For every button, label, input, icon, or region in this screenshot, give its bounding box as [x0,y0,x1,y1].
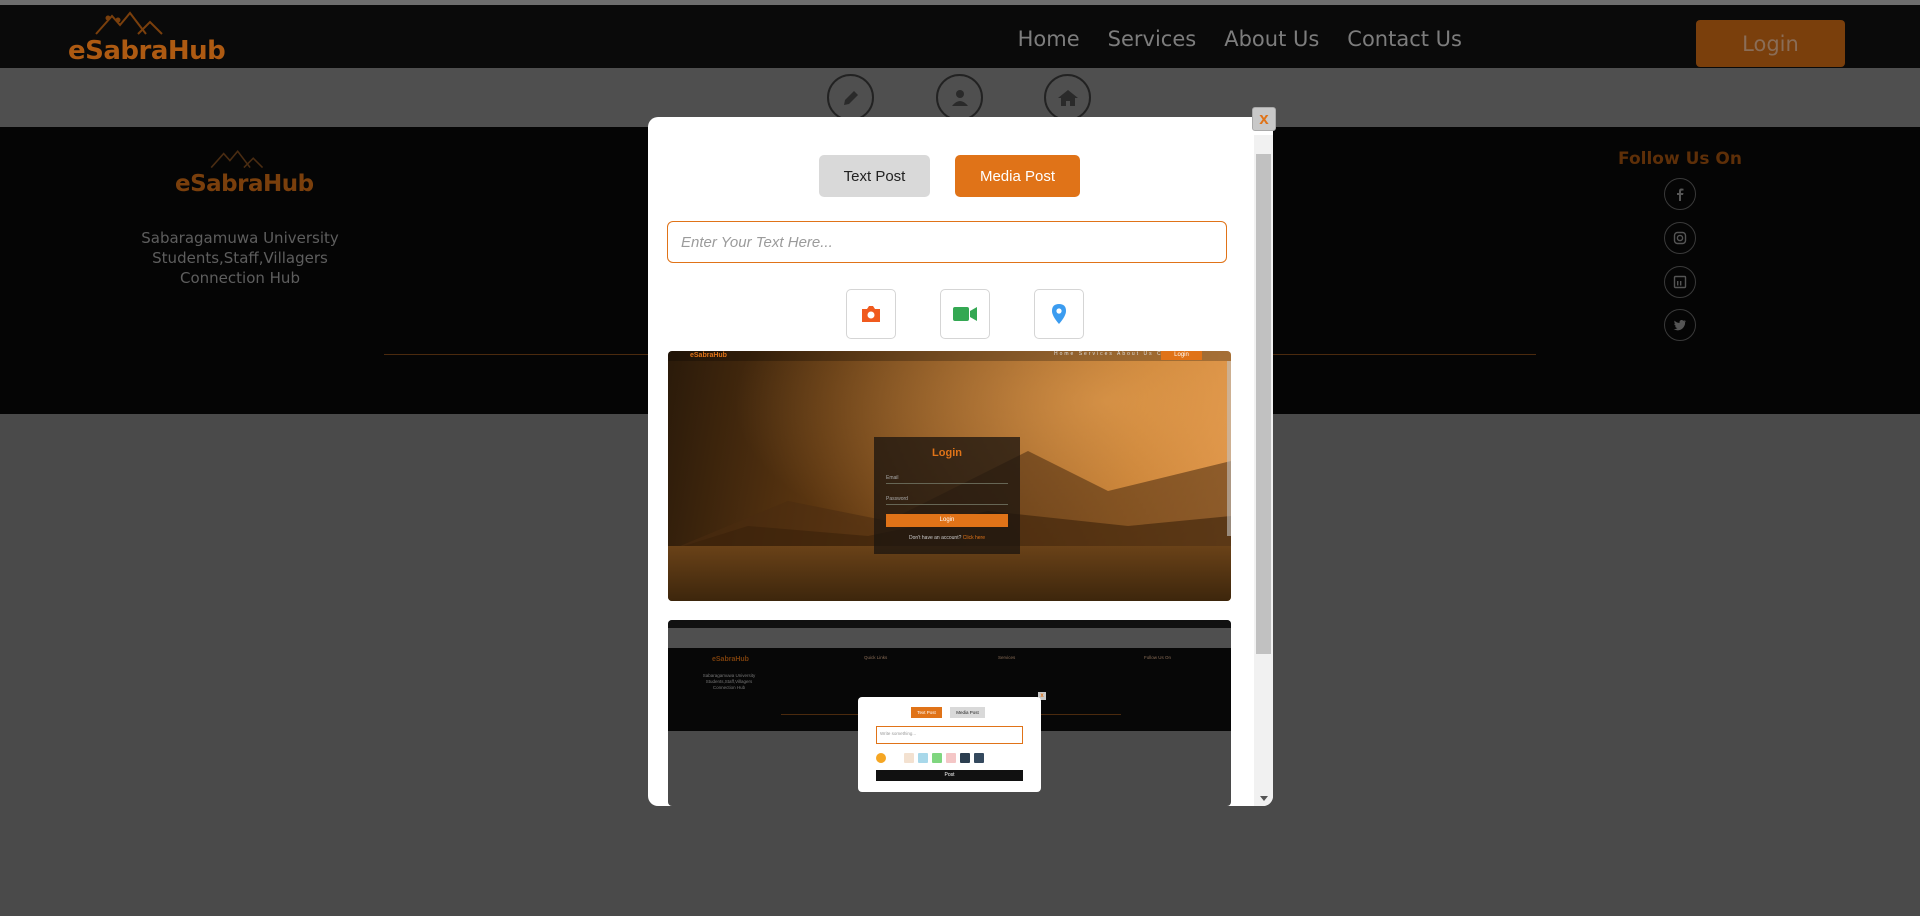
preview-login-button: Login [1161,351,1202,360]
linkedin-icon[interactable] [1664,266,1696,298]
preview2-desc: Sabaragamuwa University Students,Staff,V… [702,673,756,690]
home-icon[interactable] [1044,74,1091,121]
preview-signup-link: Click here [962,535,985,541]
follow-us-title: Follow Us On [1618,149,1742,169]
tab-media-post[interactable]: Media Post [955,155,1080,197]
modal-scrollbar[interactable] [1254,135,1273,806]
create-post-modal: Text Post Media Post eSabraHub Home Serv… [648,117,1273,806]
preview-login-title: Login [932,447,962,459]
location-button[interactable] [1034,289,1084,339]
preview2-col-title: Follow Us On [1144,655,1172,660]
preview2-tab-media: Media Post [950,707,985,718]
preview2-swatch [960,753,970,763]
preview2-post-button: Post [876,770,1023,781]
preview-signup-text: Don't have an account? Click here [874,535,1020,541]
preview2-modal: Text Post Media Post Write something... … [858,697,1041,792]
footer-brand-name: eSabraHub [175,171,314,197]
nav-services[interactable]: Services [1108,27,1197,51]
preview2-col-quicklinks: Quick Links [864,654,887,661]
camera-button[interactable] [846,289,896,339]
top-navbar: eSabraHub Home Services About Us Contact… [0,5,1920,68]
tab-text-post[interactable]: Text Post [819,155,930,197]
preview2-swatch [932,753,942,763]
preview2-col-follow: Follow Us On [1144,654,1171,661]
brand-logo[interactable]: eSabraHub [68,10,226,66]
nav-home[interactable]: Home [1018,27,1080,51]
pencil-icon[interactable] [827,74,874,121]
preview2-input: Write something... [876,726,1023,744]
footer-desc-line: Students,Staff,Villagers [152,249,328,267]
camera-icon [862,306,880,322]
preview-scrollbar [1227,361,1231,536]
scroll-down-arrow-icon[interactable] [1260,796,1268,801]
preview2-swatch [918,753,928,763]
video-button[interactable] [940,289,990,339]
media-preview-image: eSabraHub Home Services About Us Contact… [668,351,1231,601]
preview2-iconbar [668,628,1231,648]
footer-desc-line: Connection Hub [180,269,300,287]
facebook-icon[interactable] [1664,178,1696,210]
preview2-col-title: Quick Links [864,655,888,660]
brand-name: eSabraHub [68,36,226,66]
location-icon [1052,304,1066,324]
preview2-swatch [946,753,956,763]
close-modal-button[interactable]: x [1252,107,1276,131]
preview2-emoji-icon [876,753,886,763]
preview2-swatch [974,753,984,763]
mountain-logo-icon [210,149,264,169]
media-preview-image-2: eSabraHub Sabaragamuwa University Studen… [668,620,1231,806]
mountain-logo-icon [95,11,163,35]
preview2-col-services: Services [998,654,1015,661]
preview-logo: eSabraHub [690,352,727,359]
preview-signup-prompt: Don't have an account? [908,535,962,541]
preview-login-card: Login Email Password Login Don't have an… [874,437,1020,554]
instagram-icon[interactable] [1664,222,1696,254]
footer-description: Sabaragamuwa University Students,Staff,V… [140,228,340,288]
nav-contact-us[interactable]: Contact Us [1347,27,1462,51]
twitter-icon[interactable] [1664,309,1696,341]
preview2-navbar [668,620,1231,628]
modal-scrollbar-thumb[interactable] [1256,154,1271,654]
preview-login-submit: Login [886,514,1008,527]
preview-ground [668,546,1231,601]
nav-about-us[interactable]: About Us [1224,27,1319,51]
post-text-input[interactable] [667,221,1227,263]
footer-logo: eSabraHub [175,147,314,197]
footer-desc-line: Sabaragamuwa University [141,229,339,247]
preview2-col-title: Services [998,655,1016,660]
video-icon [953,307,977,321]
preview2-logo: eSabraHub [712,656,749,663]
preview-password-field: Password [886,496,1008,505]
preview2-tab-text: Text Post [911,707,942,718]
nav-links: Home Services About Us Contact Us [1018,27,1462,51]
user-icon[interactable] [936,74,983,121]
preview2-swatch [904,753,914,763]
preview-email-field: Email [886,475,1008,484]
login-button[interactable]: Login [1696,20,1845,67]
